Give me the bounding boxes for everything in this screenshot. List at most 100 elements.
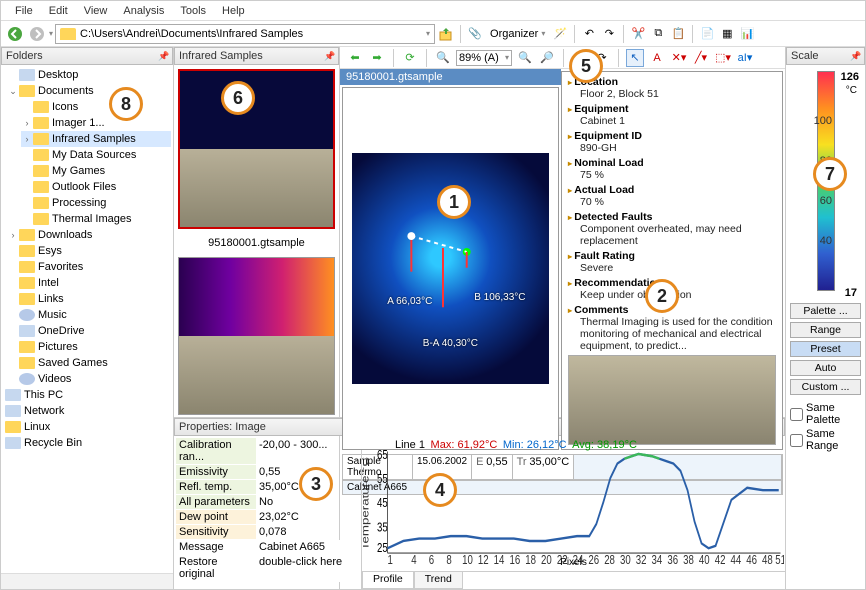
copy-icon[interactable]: ⧉ [649, 25, 667, 43]
h-scrollbar[interactable] [1, 573, 173, 589]
folder-tree[interactable]: Desktop ⌄Documents Icons ›Imager 1... ›I… [1, 65, 173, 573]
paste-icon[interactable]: 📋 [669, 25, 687, 43]
tree-item[interactable]: Saved Games [38, 357, 108, 369]
custom-button[interactable]: Custom ... [790, 379, 861, 395]
clip-icon[interactable]: 📎 [466, 25, 484, 43]
tree-item[interactable]: Processing [52, 197, 106, 209]
svg-text:16: 16 [509, 553, 520, 568]
menu-help[interactable]: Help [214, 3, 253, 19]
tab-trend[interactable]: Trend [414, 572, 463, 589]
svg-text:65: 65 [377, 447, 388, 462]
folders-title: Folders [6, 50, 43, 62]
tree-item[interactable]: Videos [38, 373, 71, 385]
nav-back-icon[interactable] [5, 24, 25, 44]
menu-edit[interactable]: Edit [41, 3, 76, 19]
tree-documents[interactable]: Documents [38, 85, 94, 97]
text-tool-icon[interactable]: aI▾ [736, 49, 754, 67]
rect-tool-icon[interactable]: ⬚▾ [714, 49, 732, 67]
grid-icon[interactable]: ▦ [718, 25, 736, 43]
palette-button[interactable]: Palette ... [790, 303, 861, 319]
tree-item[interactable]: Intel [38, 277, 59, 289]
tree-item[interactable]: Esys [38, 245, 62, 257]
redo-icon[interactable]: ↷ [600, 25, 618, 43]
folder-icon [60, 28, 76, 40]
wand-icon[interactable]: 🪄 [551, 25, 569, 43]
tree-infrared-samples[interactable]: Infrared Samples [52, 133, 136, 145]
svg-text:55: 55 [377, 471, 388, 486]
svg-text:25: 25 [377, 540, 388, 555]
svg-text:51: 51 [775, 553, 784, 568]
tree-item[interactable]: Favorites [38, 261, 83, 273]
tree-item[interactable]: Links [38, 293, 64, 305]
annot-a-icon[interactable]: A [648, 49, 666, 67]
thumb-item[interactable] [178, 69, 335, 229]
tree-item[interactable]: Outlook Files [52, 181, 116, 193]
cut-icon[interactable]: ✂️ [629, 25, 647, 43]
pv[interactable]: 23,02°C [256, 510, 359, 525]
tree-item[interactable]: Linux [24, 421, 50, 433]
tree-item[interactable]: Thermal Images [52, 213, 131, 225]
pin-icon[interactable]: 📌 [158, 51, 168, 62]
profile-chart[interactable]: Line 1 Max: 61,92°C Min: 26,12°C Avg: 38… [363, 437, 784, 570]
tree-desktop[interactable]: Desktop [38, 69, 78, 81]
auto-button[interactable]: Auto [790, 360, 861, 376]
scale-panel: Scale 📌 126 °C 100 80 60 40 17 P [785, 47, 865, 589]
zoom-out-btn[interactable]: 🔍 [434, 49, 452, 67]
thermal-image[interactable]: A 66,03°C B 106,33°C B-A 40,30°C [342, 87, 559, 450]
path-input[interactable]: C:\Users\Andrei\Documents\Infrared Sampl… [55, 24, 435, 44]
thumb-photo-icon [180, 149, 333, 227]
tree-item[interactable]: My Games [52, 165, 105, 177]
meta-location-label: Location [568, 76, 776, 88]
tab-profile[interactable]: Profile [362, 572, 414, 589]
same-range-check[interactable]: Same Range [790, 428, 861, 452]
props-grid: Calibration ran...-20,00 - 300... Emissi… [174, 436, 361, 589]
tree-item[interactable]: Downloads [38, 229, 92, 241]
pin-icon[interactable]: 📌 [324, 51, 334, 62]
menu-file[interactable]: File [7, 3, 41, 19]
preset-button[interactable]: Preset [790, 341, 861, 357]
tree-recycle[interactable]: Recycle Bin [24, 437, 82, 449]
pv[interactable]: Cabinet A665 [256, 540, 359, 555]
zoom-fit-icon[interactable]: 🔎 [538, 49, 556, 67]
line-tool-icon[interactable]: ╱▾ [692, 49, 710, 67]
pv[interactable]: double-click here [256, 555, 359, 582]
folder-icon [19, 277, 35, 289]
pin-icon[interactable]: 📌 [850, 51, 860, 62]
tree-item[interactable]: Pictures [38, 341, 78, 353]
annot-x-icon[interactable]: ✕▾ [670, 49, 688, 67]
tree-thispc[interactable]: This PC [24, 389, 63, 401]
menu-analysis[interactable]: Analysis [115, 3, 172, 19]
thumb-item[interactable] [178, 257, 335, 415]
tree-item[interactable]: Icons [52, 101, 78, 113]
menu-bar: File Edit View Analysis Tools Help [1, 1, 865, 21]
nav-fwd-icon[interactable] [27, 24, 47, 44]
folder-up-icon[interactable] [437, 25, 455, 43]
refresh-icon[interactable]: ⟳ [401, 49, 419, 67]
same-palette-check[interactable]: Same Palette [790, 402, 861, 426]
menu-view[interactable]: View [76, 3, 116, 19]
report-icon[interactable]: 📄 [698, 25, 716, 43]
folder-icon [19, 261, 35, 273]
callout-8: 8 [109, 87, 143, 121]
menu-tools[interactable]: Tools [172, 3, 214, 19]
cursor-icon[interactable]: ↖ [626, 49, 644, 67]
zoom-in-icon[interactable]: 🔍 [516, 49, 534, 67]
tree-item[interactable]: Music [38, 309, 67, 321]
tree-item[interactable]: OneDrive [38, 325, 84, 337]
next-image-icon[interactable]: ➡ [368, 49, 386, 67]
svg-text:28: 28 [604, 553, 615, 568]
svg-text:48: 48 [762, 553, 773, 568]
tree-item[interactable]: My Data Sources [52, 149, 136, 161]
range-button[interactable]: Range [790, 322, 861, 338]
organizer-button[interactable]: Organizer ▾ [486, 27, 549, 41]
pv[interactable]: 0,078 [256, 525, 359, 540]
tree-item[interactable]: Imager 1... [52, 117, 105, 129]
thumb-thermal-icon [180, 71, 333, 149]
zoom-combo[interactable]: 89% (A)▾ [456, 50, 512, 66]
folder-icon [33, 133, 49, 145]
undo-icon[interactable]: ↶ [580, 25, 598, 43]
tree-network[interactable]: Network [24, 405, 64, 417]
prev-image-icon[interactable]: ⬅ [346, 49, 364, 67]
profile-legend: Line 1 Max: 61,92°C Min: 26,12°C Avg: 38… [395, 439, 637, 451]
chart-icon[interactable]: 📊 [738, 25, 756, 43]
